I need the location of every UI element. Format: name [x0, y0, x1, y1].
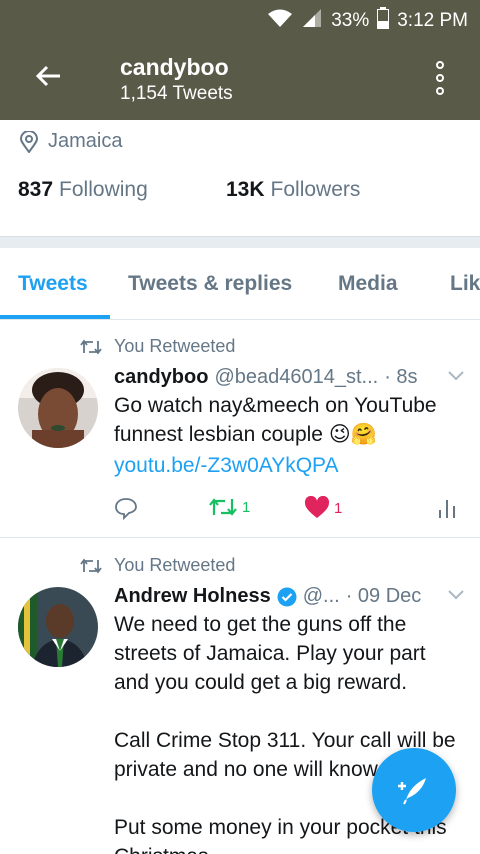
retweet-label: You Retweeted [114, 555, 236, 575]
back-button[interactable] [28, 56, 68, 96]
compose-tweet-button[interactable] [372, 748, 456, 832]
tab-tweets-replies[interactable]: Tweets & replies [128, 272, 292, 296]
signal-icon [301, 8, 323, 34]
tweet-item[interactable]: You Retweeted candyboo @bead46014_st... … [0, 320, 480, 538]
reply-button[interactable] [114, 496, 138, 520]
like-button[interactable]: 1 [304, 496, 342, 520]
retweet-icon [80, 558, 102, 573]
tweet-text: Go watch nay&meech on YouTube funnest le… [114, 394, 437, 446]
retweet-label: You Retweeted [114, 336, 236, 356]
back-arrow-icon [35, 65, 60, 87]
compose-feather-icon [398, 778, 426, 805]
dot-icon [436, 61, 444, 69]
battery-icon [377, 7, 390, 35]
following-stat[interactable]: 837 Following [18, 178, 226, 202]
reply-icon [115, 498, 137, 520]
retweet-button[interactable]: 1 [208, 496, 250, 518]
tweet-link[interactable]: youtu.be/-Z3w0AYkQPA [114, 451, 464, 480]
tweet-menu-button[interactable] [448, 368, 464, 386]
followers-label: Followers [270, 178, 361, 201]
profile-title: candyboo [120, 54, 229, 80]
followers-stat[interactable]: 13K Followers [226, 178, 360, 202]
tweet-author-handle: @... [302, 585, 340, 607]
tweet-author-name[interactable]: Andrew Holness [114, 585, 271, 608]
analytics-button[interactable] [438, 496, 456, 520]
tweet-count: 1,154 Tweets [120, 83, 233, 104]
status-bar: 33% 3:12 PM [0, 0, 480, 36]
retweet-count: 1 [242, 498, 251, 516]
retweet-context: You Retweeted [80, 336, 235, 357]
tab-likes[interactable]: Lik [450, 272, 480, 296]
location-text: Jamaica [48, 130, 123, 152]
verified-badge-icon [277, 587, 297, 607]
wifi-icon [267, 8, 293, 34]
profile-tabs: Tweets Tweets & replies Media Lik [0, 248, 480, 320]
tweet-time: · 8s [384, 366, 418, 388]
retweet-context: You Retweeted [80, 555, 235, 576]
heart-icon [304, 496, 330, 518]
followers-count: 13K [226, 178, 265, 201]
tweet-menu-button[interactable] [448, 587, 464, 605]
chevron-down-icon [448, 371, 464, 381]
active-tab-indicator [0, 315, 110, 319]
tweet-author-name[interactable]: candyboo [114, 366, 208, 389]
tweet-author-handle: @bead46014_st... [214, 366, 379, 388]
clock-time: 3:12 PM [397, 10, 468, 31]
following-label: Following [59, 178, 148, 201]
battery-percent: 33% [331, 10, 370, 31]
chevron-down-icon [448, 590, 464, 600]
section-divider [0, 236, 480, 248]
retweet-icon [209, 498, 237, 516]
tab-media[interactable]: Media [338, 272, 398, 296]
location-pin-icon [20, 130, 38, 153]
avatar[interactable] [18, 368, 98, 448]
profile-info: Jamaica 837 Following 13K Followers [0, 120, 480, 236]
toolbar: candyboo 1,154 Tweets [0, 36, 480, 120]
retweet-icon [80, 339, 102, 354]
location: Jamaica [20, 130, 122, 153]
app-header: 33% 3:12 PM candyboo 1,154 Tweets [0, 0, 480, 120]
analytics-icon [439, 500, 455, 518]
tab-tweets[interactable]: Tweets [18, 272, 88, 296]
like-count: 1 [334, 499, 343, 517]
avatar[interactable] [18, 587, 98, 667]
tweet-time: · 09 Dec [345, 585, 422, 607]
dot-icon [436, 87, 444, 95]
following-count: 837 [18, 178, 54, 201]
dot-icon [436, 74, 444, 82]
overflow-menu-button[interactable] [428, 56, 452, 100]
